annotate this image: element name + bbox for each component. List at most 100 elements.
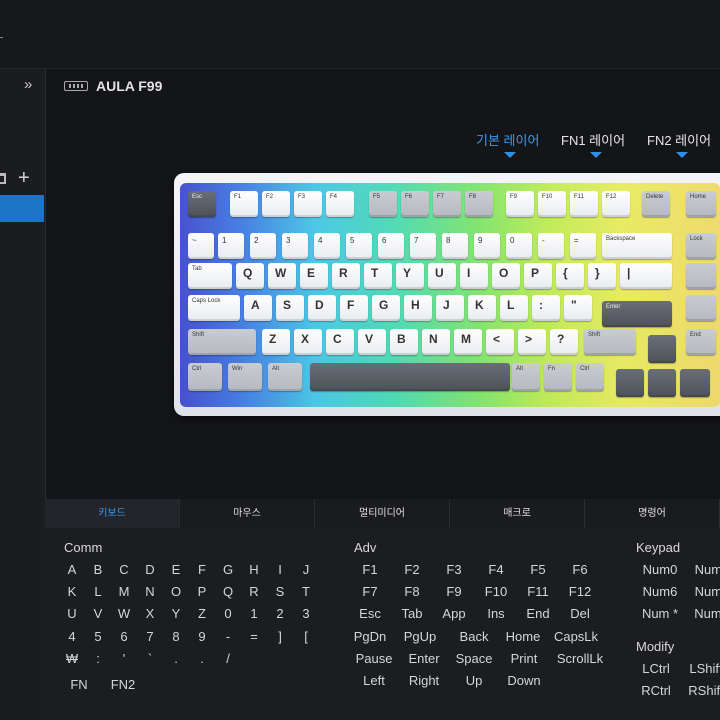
key-nav[interactable]	[686, 263, 716, 289]
comm-key[interactable]: C	[112, 562, 136, 577]
key-pipe[interactable]: |	[620, 263, 672, 289]
key-9[interactable]: 9	[474, 233, 500, 259]
keypad-key[interactable]: Num	[682, 606, 720, 621]
key-i[interactable]: I	[460, 263, 488, 289]
key-backspace[interactable]: Backspace	[602, 233, 672, 259]
key-6[interactable]: 6	[378, 233, 404, 259]
comm-key-fn2[interactable]: FN2	[97, 677, 149, 692]
key-lock[interactable]: Lock	[686, 233, 716, 259]
add-profile-icon[interactable]: +	[18, 168, 30, 188]
comm-key[interactable]: ]	[268, 629, 292, 644]
key-gt[interactable]: >	[518, 329, 546, 355]
key-1[interactable]: 1	[218, 233, 244, 259]
keypad-key[interactable]: Num6	[634, 584, 686, 599]
comm-key[interactable]: I	[268, 562, 292, 577]
tab-macro[interactable]: 매크로	[450, 499, 585, 528]
collapse-sidebar-icon[interactable]: »	[24, 77, 32, 92]
comm-key[interactable]: G	[216, 562, 240, 577]
comm-key[interactable]: H	[242, 562, 266, 577]
tab-command[interactable]: 명령어	[585, 499, 720, 528]
comm-key[interactable]: M	[112, 584, 136, 599]
adv-key[interactable]: Pause	[348, 651, 400, 666]
key-arrow-down[interactable]	[648, 369, 676, 397]
key-t[interactable]: T	[364, 263, 392, 289]
comm-key[interactable]: Z	[190, 606, 214, 621]
comm-key[interactable]: D	[138, 562, 162, 577]
comm-key[interactable]: A	[60, 562, 84, 577]
key-b[interactable]: B	[390, 329, 418, 355]
layer-tab-fn1[interactable]: FN1 레이어	[561, 130, 625, 158]
key-7[interactable]: 7	[410, 233, 436, 259]
comm-key[interactable]: J	[294, 562, 318, 577]
key-f9[interactable]: F9	[506, 191, 534, 217]
comm-key-fn[interactable]: FN	[67, 677, 91, 692]
key-esc[interactable]: Esc	[188, 191, 216, 217]
key-e[interactable]: E	[300, 263, 328, 289]
comm-key[interactable]: /	[216, 651, 240, 666]
comm-key[interactable]: 4	[60, 629, 84, 644]
comm-key[interactable]: `	[138, 651, 162, 666]
key-o[interactable]: O	[492, 263, 520, 289]
key-win[interactable]: Win	[228, 363, 262, 391]
key-q[interactable]: Q	[236, 263, 264, 289]
key-m[interactable]: M	[454, 329, 482, 355]
key-arrow-left[interactable]	[616, 369, 644, 397]
comm-key[interactable]: .	[164, 651, 188, 666]
keypad-key[interactable]: Num *	[634, 606, 686, 621]
comm-key[interactable]: 1	[242, 606, 266, 621]
comm-key[interactable]: E	[164, 562, 188, 577]
key-minus[interactable]: -	[538, 233, 564, 259]
key-0[interactable]: 0	[506, 233, 532, 259]
key-quote[interactable]: "	[564, 295, 592, 321]
tab-keyboard[interactable]: 키보드	[45, 499, 180, 528]
key-left-ctrl[interactable]: Ctrl	[188, 363, 222, 391]
key-f3[interactable]: F3	[294, 191, 322, 217]
key-colon[interactable]: :	[532, 295, 560, 321]
comm-key[interactable]: 9	[190, 629, 214, 644]
key-fn[interactable]: Fn	[544, 363, 572, 391]
comm-key[interactable]: U	[60, 606, 84, 621]
key-nav-2[interactable]	[686, 295, 716, 321]
adv-key[interactable]: Right	[398, 673, 450, 688]
comm-key[interactable]: R	[242, 584, 266, 599]
key-equals[interactable]: =	[570, 233, 596, 259]
key-f1[interactable]: F1	[230, 191, 258, 217]
key-right-ctrl[interactable]: Ctrl	[576, 363, 604, 391]
key-f4[interactable]: F4	[326, 191, 354, 217]
key-2[interactable]: 2	[250, 233, 276, 259]
comm-key[interactable]: -	[216, 629, 240, 644]
comm-key[interactable]: 6	[112, 629, 136, 644]
key-delete[interactable]: Delete	[642, 191, 670, 217]
adv-key[interactable]: Down	[498, 673, 550, 688]
comm-key[interactable]: 3	[294, 606, 318, 621]
layer-tab-fn2[interactable]: FN2 레이어	[647, 130, 711, 158]
key-question[interactable]: ?	[550, 329, 578, 355]
key-g[interactable]: G	[372, 295, 400, 321]
comm-key[interactable]: S	[268, 584, 292, 599]
key-enter[interactable]: Enter	[602, 301, 672, 327]
key-arrow-up[interactable]	[648, 335, 676, 363]
key-tab[interactable]: Tab	[188, 263, 232, 289]
key-end[interactable]: End	[686, 329, 716, 355]
modify-key[interactable]: LShift	[680, 661, 720, 676]
adv-key[interactable]: Left	[348, 673, 400, 688]
comm-key[interactable]: O	[164, 584, 188, 599]
adv-key[interactable]: Print	[498, 651, 550, 666]
key-f5[interactable]: F5	[369, 191, 397, 217]
adv-key[interactable]: F12	[554, 584, 606, 599]
key-5[interactable]: 5	[346, 233, 372, 259]
comm-key[interactable]: '	[112, 651, 136, 666]
key-f12[interactable]: F12	[602, 191, 630, 217]
key-arrow-right[interactable]	[680, 369, 710, 397]
key-lbrace[interactable]: {	[556, 263, 584, 289]
key-a[interactable]: A	[244, 295, 272, 321]
comm-key[interactable]: ₩	[60, 651, 84, 666]
key-f7[interactable]: F7	[433, 191, 461, 217]
layer-tab-base[interactable]: 기본 레이어	[476, 130, 539, 158]
key-f10[interactable]: F10	[538, 191, 566, 217]
key-f6[interactable]: F6	[401, 191, 429, 217]
comm-key[interactable]: 0	[216, 606, 240, 621]
modify-key[interactable]: RCtrl	[630, 683, 682, 698]
comm-key[interactable]: B	[86, 562, 110, 577]
selected-profile-item[interactable]	[0, 195, 44, 222]
